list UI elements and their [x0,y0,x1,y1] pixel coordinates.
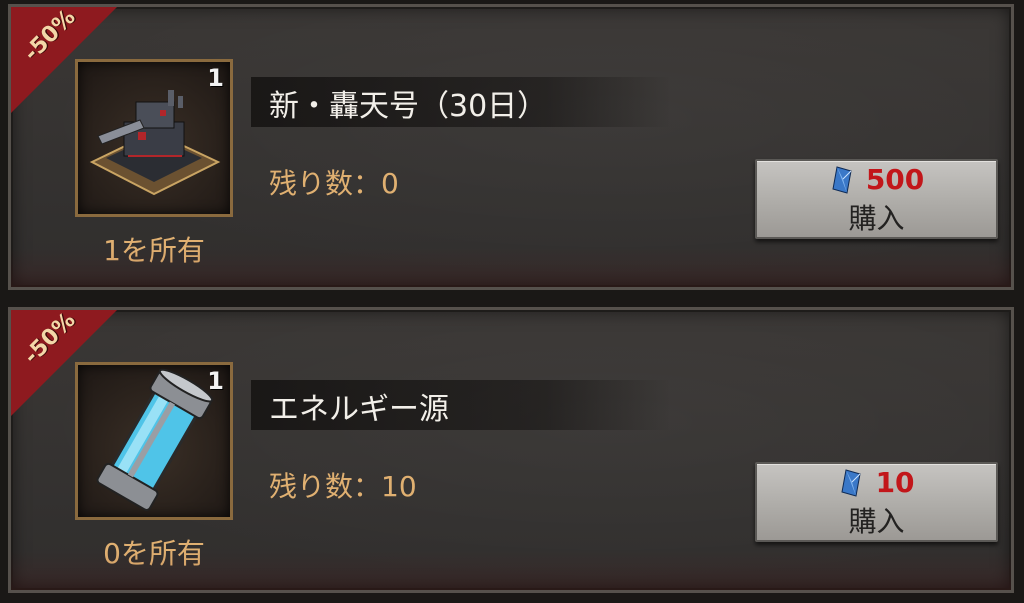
price-row: 10 [757,466,996,500]
item-quantity: 1 [207,64,224,92]
item-name: 新・轟天号（30日） [269,89,548,124]
gem-icon [841,468,862,497]
shop-item-card: -50% 1 0を所有 エネルギー源 残り数：10 10 購入 [8,307,1014,593]
remaining-count: 残り数：0 [269,167,399,200]
price: 500 [865,163,925,196]
buy-button[interactable]: 10 購入 [755,462,998,542]
item-thumbnail[interactable]: 1 [75,59,233,217]
buy-label: 購入 [848,202,905,235]
owned-count: 1を所有 [103,234,205,267]
price-row: 500 [757,163,996,197]
price: 10 [875,466,915,499]
shop-item-card: -50% 1 1を所有 新・轟天号（30日） 残り数：0 500 購入 [8,4,1014,290]
buy-label: 購入 [848,505,905,538]
remaining-count: 残り数：10 [269,470,417,503]
item-quantity: 1 [207,367,224,395]
item-name: エネルギー源 [269,392,449,427]
item-thumbnail[interactable]: 1 [75,362,233,520]
gem-icon [832,165,852,194]
owned-count: 0を所有 [103,537,205,570]
buy-button[interactable]: 500 購入 [755,159,998,239]
